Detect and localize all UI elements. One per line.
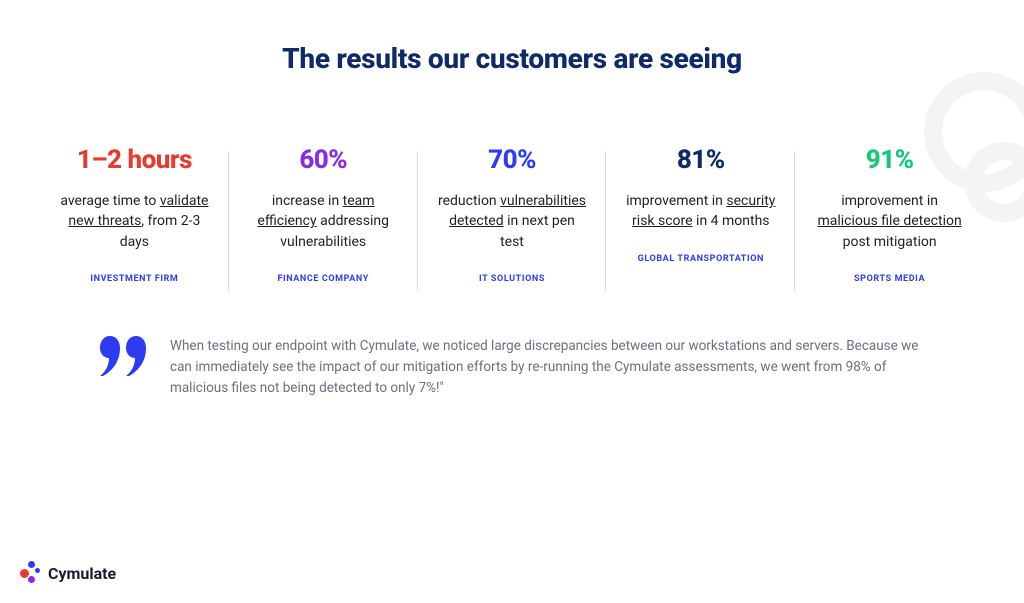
stat-card-3: 70% reduction vulnerabilities detected i… bbox=[418, 145, 607, 284]
stat-value: 1–2 hours bbox=[58, 145, 211, 175]
stat-source: FINANCE COMPANY bbox=[247, 274, 400, 284]
stat-desc: reduction vulnerabilities detected in ne… bbox=[436, 191, 589, 252]
stat-desc-post: in 4 months bbox=[693, 213, 770, 229]
stat-card-2: 60% increase in team efficiency addressi… bbox=[229, 145, 418, 284]
stat-desc-post: in next pen test bbox=[500, 213, 575, 249]
stat-desc: improvement in security risk score in 4 … bbox=[624, 191, 777, 232]
stats-row: 1–2 hours average time to validate new t… bbox=[40, 145, 984, 284]
logo-text: Cymulate bbox=[48, 564, 116, 583]
stat-source: IT SOLUTIONS bbox=[436, 274, 589, 284]
brand-logo: Cymulate bbox=[18, 561, 116, 585]
stat-card-4: 81% improvement in security risk score i… bbox=[606, 145, 795, 284]
quote-block: When testing our endpoint with Cymulate,… bbox=[100, 336, 944, 399]
stat-desc: average time to validate new threats, fr… bbox=[58, 191, 211, 252]
stat-desc-post: post mitigation bbox=[843, 234, 937, 250]
quote-icon bbox=[100, 336, 148, 376]
stat-source: SPORTS MEDIA bbox=[813, 274, 966, 284]
stat-desc: increase in team efficiency addressing v… bbox=[247, 191, 400, 252]
stat-value: 70% bbox=[436, 145, 589, 175]
quote-text: When testing our endpoint with Cymulate,… bbox=[170, 336, 930, 399]
stat-value: 91% bbox=[813, 145, 966, 175]
logo-icon bbox=[18, 561, 42, 585]
stat-card-1: 1–2 hours average time to validate new t… bbox=[40, 145, 229, 284]
stat-value: 81% bbox=[624, 145, 777, 175]
stat-desc-pre: reduction bbox=[438, 193, 500, 209]
stat-source: INVESTMENT FIRM bbox=[58, 274, 211, 284]
stat-desc-pre: increase in bbox=[272, 193, 343, 209]
stat-source: GLOBAL TRANSPORTATION bbox=[624, 254, 777, 264]
page-title: The results our customers are seeing bbox=[0, 42, 1024, 75]
stat-desc-pre: improvement in bbox=[626, 193, 726, 209]
stat-card-5: 91% improvement in malicious file detect… bbox=[795, 145, 984, 284]
stat-desc-underline: malicious file detection bbox=[817, 213, 961, 229]
stat-desc-pre: average time to bbox=[60, 193, 160, 209]
stat-value: 60% bbox=[247, 145, 400, 175]
stat-desc-pre: improvement in bbox=[841, 193, 938, 209]
stat-desc: improvement in malicious file detection … bbox=[813, 191, 966, 252]
